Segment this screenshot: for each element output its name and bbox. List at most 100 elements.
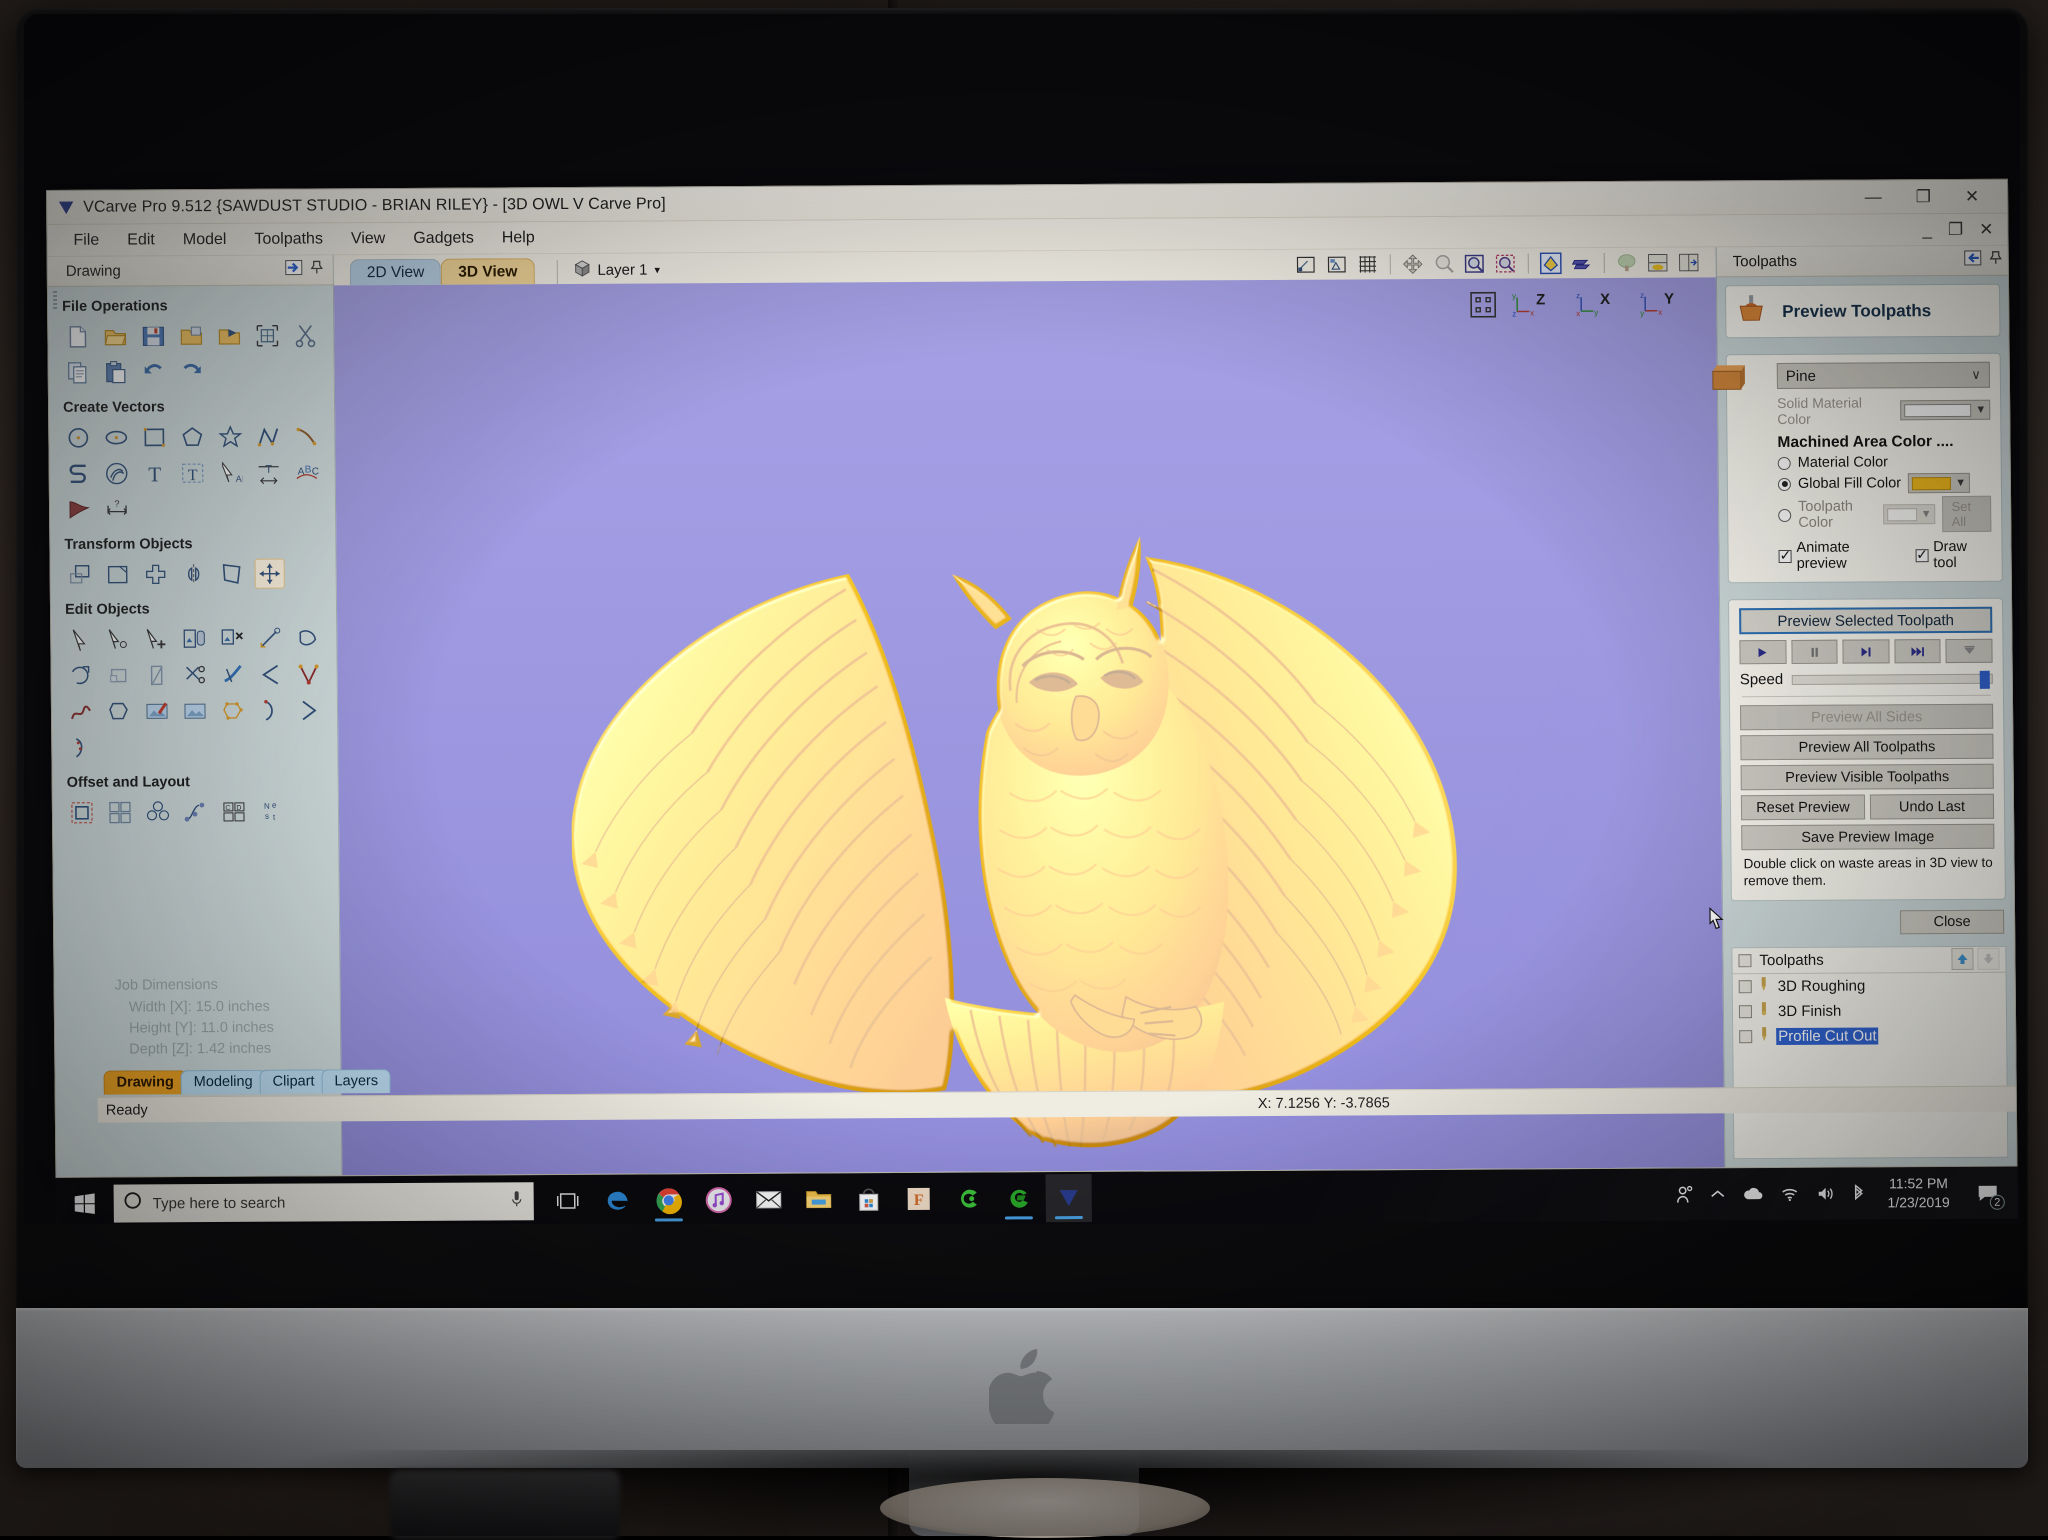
layer-selector[interactable]: Layer 1 ▾ bbox=[556, 259, 660, 284]
rotate-icon[interactable] bbox=[141, 559, 171, 589]
volume-icon[interactable] bbox=[1815, 1186, 1835, 1202]
chevron-down-icon[interactable]: ▼ bbox=[1971, 404, 1986, 416]
move-down-icon[interactable] bbox=[1977, 948, 1999, 970]
pin-icon[interactable] bbox=[1990, 251, 2002, 270]
preview-selected-toolpath-button[interactable]: Preview Selected Toolpath bbox=[1739, 607, 1992, 634]
undo-icon[interactable] bbox=[139, 357, 169, 387]
global-fill-color-picker[interactable]: ▼ bbox=[1908, 473, 1970, 493]
chevron-down-icon[interactable]: ▾ bbox=[654, 263, 660, 276]
radio-button[interactable] bbox=[1778, 456, 1791, 469]
close-vector-icon[interactable] bbox=[66, 661, 96, 691]
cut-icon[interactable] bbox=[290, 320, 320, 350]
block-copy-icon[interactable] bbox=[143, 797, 173, 827]
pin-icon[interactable] bbox=[311, 260, 323, 279]
menu-item-help[interactable]: Help bbox=[488, 226, 549, 250]
taskbar-clock[interactable]: 11:52 PM 1/23/2019 bbox=[1881, 1174, 1956, 1212]
polyline-icon[interactable] bbox=[253, 422, 283, 452]
chevron-down-icon[interactable]: ▼ bbox=[1951, 477, 1966, 489]
fillet-icon[interactable] bbox=[142, 660, 172, 690]
microsoft-store-icon[interactable] bbox=[845, 1175, 891, 1223]
move-up-icon[interactable] bbox=[1951, 948, 1973, 970]
nest-nodes-icon[interactable] bbox=[218, 696, 248, 726]
file-explorer-icon[interactable] bbox=[795, 1175, 841, 1223]
rectangle-icon[interactable] bbox=[139, 422, 169, 452]
menu-item-edit[interactable]: Edit bbox=[113, 228, 169, 252]
copy-icon[interactable] bbox=[63, 358, 93, 388]
redo-icon[interactable] bbox=[177, 357, 207, 387]
offset-vectors-icon[interactable] bbox=[67, 798, 97, 828]
start-point-icon[interactable] bbox=[256, 696, 286, 726]
radio-button[interactable] bbox=[1778, 508, 1791, 521]
ungroup-icon[interactable] bbox=[217, 624, 247, 654]
material-select[interactable]: Pine ∨ bbox=[1777, 362, 1990, 389]
speed-slider[interactable] bbox=[1792, 673, 1993, 684]
wifi-icon[interactable] bbox=[1779, 1186, 1799, 1202]
collapse-panel-icon[interactable] bbox=[285, 260, 303, 281]
mdi-minimize-button[interactable]: _ bbox=[1922, 221, 1932, 238]
text-selection-icon[interactable]: AB bbox=[216, 458, 246, 488]
measure-icon[interactable] bbox=[255, 624, 285, 654]
show-hidden-icons-icon[interactable] bbox=[1709, 1188, 1725, 1200]
copy-along-curve-icon[interactable] bbox=[181, 797, 211, 827]
reset-preview-button[interactable]: Reset Preview bbox=[1741, 795, 1865, 821]
menu-item-model[interactable]: Model bbox=[169, 227, 241, 251]
node-add-icon[interactable] bbox=[141, 624, 171, 654]
preview-all-toolpaths-button[interactable]: Preview All Toolpaths bbox=[1740, 734, 1993, 760]
radio-material-color[interactable]: Material Color bbox=[1778, 454, 1991, 471]
plate-layout-icon[interactable]: CD bbox=[219, 797, 249, 827]
windows-start-icon[interactable] bbox=[55, 1178, 113, 1224]
offset-icon[interactable] bbox=[104, 696, 134, 726]
fast-forward-icon[interactable] bbox=[1894, 639, 1941, 663]
action-center-icon[interactable]: 2 bbox=[1972, 1177, 2004, 1209]
job-setup-icon[interactable] bbox=[252, 321, 282, 351]
checkbox-draw-tool[interactable]: Draw tool bbox=[1915, 539, 1992, 571]
minimize-button[interactable]: — bbox=[1865, 188, 1882, 205]
tab-layers[interactable]: Layers bbox=[321, 1069, 391, 1093]
close-button[interactable]: Close bbox=[1900, 909, 2004, 934]
distort-icon[interactable] bbox=[217, 559, 247, 589]
open-file-icon[interactable] bbox=[100, 322, 130, 352]
preview-visible-toolpaths-button[interactable]: Preview Visible Toolpaths bbox=[1741, 764, 1994, 790]
array-copy-icon[interactable] bbox=[105, 797, 135, 827]
tab-clipart[interactable]: Clipart bbox=[260, 1069, 328, 1093]
align-icon[interactable] bbox=[255, 559, 285, 589]
chevron-down-icon[interactable]: ∨ bbox=[1971, 367, 1981, 383]
toolpath-view-icon[interactable] bbox=[1569, 250, 1595, 276]
spiral-icon[interactable] bbox=[102, 459, 132, 489]
new-file-icon[interactable] bbox=[62, 322, 92, 352]
import-bitmap-icon[interactable] bbox=[214, 321, 244, 351]
toolpath-checkbox[interactable] bbox=[1739, 1030, 1752, 1043]
shade-toggle-icon[interactable] bbox=[1538, 250, 1564, 276]
checkbox[interactable] bbox=[1779, 549, 1792, 562]
x-view-icon[interactable]: zyxX bbox=[1574, 288, 1624, 320]
bitmap-crop-icon[interactable] bbox=[180, 696, 210, 726]
undo-last-button[interactable]: Undo Last bbox=[1870, 794, 1994, 820]
mdi-close-button[interactable]: ✕ bbox=[1979, 221, 1993, 238]
easel-icon[interactable] bbox=[995, 1174, 1041, 1222]
toolpath-list-checkbox[interactable] bbox=[1738, 954, 1751, 967]
search-input[interactable]: Type here to search bbox=[114, 1182, 534, 1222]
curve-icon[interactable] bbox=[64, 459, 94, 489]
z-view-icon[interactable]: yxzZ bbox=[1510, 288, 1560, 320]
span-icon[interactable] bbox=[294, 695, 324, 725]
collapse-panel-icon[interactable] bbox=[1964, 250, 1982, 271]
split-view-icon[interactable] bbox=[1645, 250, 1671, 276]
edge-icon[interactable] bbox=[595, 1177, 641, 1224]
radio-global-fill-color[interactable]: Global Fill Color ▼ bbox=[1778, 473, 1991, 494]
panel-grip[interactable] bbox=[53, 291, 57, 311]
tab-2d-view[interactable]: 2D View bbox=[350, 259, 442, 286]
paste-icon[interactable] bbox=[101, 358, 131, 388]
menu-item-toolpaths[interactable]: Toolpaths bbox=[240, 227, 337, 252]
mdi-restore-button[interactable]: ❐ bbox=[1948, 221, 1963, 238]
trace-bitmap-icon[interactable] bbox=[64, 495, 94, 525]
menu-item-file[interactable]: File bbox=[59, 228, 113, 252]
scale-icon[interactable] bbox=[103, 560, 133, 590]
curve-fit-icon[interactable] bbox=[66, 697, 96, 727]
carbide-create-icon[interactable] bbox=[945, 1175, 991, 1223]
onedrive-icon[interactable] bbox=[1741, 1186, 1763, 1202]
menu-item-gadgets[interactable]: Gadgets bbox=[399, 226, 488, 251]
play-icon[interactable] bbox=[1739, 640, 1786, 664]
node-edit-move-icon[interactable] bbox=[103, 625, 133, 655]
radio-button[interactable] bbox=[1778, 477, 1791, 490]
checkbox-animate-preview[interactable]: Animate preview bbox=[1778, 539, 1899, 572]
